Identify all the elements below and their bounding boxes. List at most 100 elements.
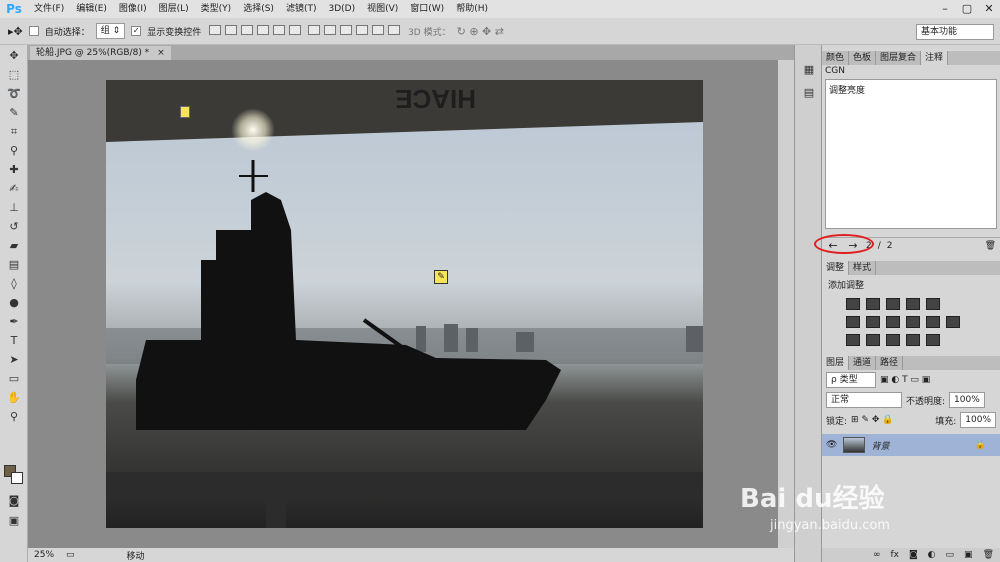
tab-adjustments[interactable]: 调整 bbox=[822, 261, 850, 275]
menu-help[interactable]: 帮助(H) bbox=[450, 0, 494, 18]
fx-icon[interactable]: fx bbox=[890, 550, 899, 560]
group-select[interactable]: 组 ⇕ bbox=[95, 23, 126, 39]
canvas-area[interactable]: HIACE ✎ bbox=[28, 60, 794, 548]
lock-icons[interactable]: ⊞ ✎ ✥ 🔒 bbox=[851, 415, 893, 425]
blur-icon[interactable]: ◊ bbox=[4, 275, 24, 292]
menu-type[interactable]: 类型(Y) bbox=[195, 0, 238, 18]
quick-mask-icon[interactable]: ◙ bbox=[4, 492, 24, 509]
align-hcenter-icon[interactable] bbox=[273, 24, 286, 35]
close-tab-icon[interactable]: × bbox=[157, 46, 165, 60]
new-layer-icon[interactable]: ▣ bbox=[964, 550, 973, 560]
brightness-icon[interactable] bbox=[846, 298, 860, 310]
visibility-eye-icon[interactable]: 👁 bbox=[826, 440, 837, 450]
delete-note-icon[interactable]: 🗑 bbox=[985, 241, 996, 251]
add-mask-icon[interactable]: ◙ bbox=[909, 550, 918, 560]
distribute-right-icon[interactable] bbox=[388, 24, 401, 35]
filter-icons[interactable]: ▣ ◐ T ▭ ▣ bbox=[880, 375, 930, 385]
color-balance-icon[interactable] bbox=[866, 316, 880, 328]
dodge-icon[interactable]: ● bbox=[4, 294, 24, 311]
distribute-vcenter-icon[interactable] bbox=[324, 24, 337, 35]
menu-select[interactable]: 选择(S) bbox=[237, 0, 280, 18]
3d-rotate-icon[interactable]: ↻ ⊕ ✥ ⇄ bbox=[457, 25, 504, 38]
eyedropper-icon[interactable]: ⚲ bbox=[4, 142, 24, 159]
tab-color[interactable]: 颜色 bbox=[822, 51, 850, 65]
threshold-icon[interactable] bbox=[886, 334, 900, 346]
curves-icon[interactable] bbox=[886, 298, 900, 310]
new-adjustment-icon[interactable]: ◐ bbox=[928, 550, 936, 560]
zoom-level[interactable]: 25% bbox=[34, 550, 54, 560]
distribute-left-icon[interactable] bbox=[356, 24, 369, 35]
tab-styles[interactable]: 样式 bbox=[849, 261, 877, 275]
move-tool-icon[interactable]: ▸✥ bbox=[8, 25, 23, 38]
stamp-icon[interactable]: ⊥ bbox=[4, 199, 24, 216]
menu-3d[interactable]: 3D(D) bbox=[322, 0, 361, 18]
show-transform-checkbox[interactable]: ✓ bbox=[131, 26, 142, 36]
tab-layers[interactable]: 图层 bbox=[822, 356, 850, 370]
fill-input[interactable]: 100% bbox=[960, 412, 996, 428]
layer-row-background[interactable]: 👁 背景 🔒 bbox=[822, 434, 1000, 456]
hue-saturation-icon[interactable] bbox=[846, 316, 860, 328]
properties-panel-icon[interactable]: ▤ bbox=[799, 84, 819, 101]
menu-window[interactable]: 窗口(W) bbox=[404, 0, 450, 18]
crop-icon[interactable]: ⌗ bbox=[4, 123, 24, 140]
path-select-icon[interactable]: ➤ bbox=[4, 351, 24, 368]
new-group-icon[interactable]: ▭ bbox=[946, 550, 955, 560]
type-icon[interactable]: T bbox=[4, 332, 24, 349]
color-lookup-icon[interactable] bbox=[946, 316, 960, 328]
vertical-scrollbar[interactable] bbox=[778, 60, 794, 548]
link-layers-icon[interactable]: ∞ bbox=[873, 550, 881, 560]
vibrance-icon[interactable] bbox=[926, 298, 940, 310]
delete-layer-icon[interactable]: 🗑 bbox=[983, 550, 994, 560]
channel-mixer-icon[interactable] bbox=[926, 316, 940, 328]
brush-icon[interactable]: ✍ bbox=[4, 180, 24, 197]
screen-mode-icon[interactable]: ▣ bbox=[4, 512, 24, 529]
document-image[interactable]: HIACE ✎ bbox=[106, 80, 703, 528]
background-color-swatch[interactable] bbox=[11, 472, 23, 484]
eraser-icon[interactable]: ▰ bbox=[4, 237, 24, 254]
move-icon[interactable]: ✥ bbox=[4, 47, 24, 64]
menu-file[interactable]: 文件(F) bbox=[28, 0, 70, 18]
lasso-icon[interactable]: ➰ bbox=[4, 85, 24, 102]
tab-channels[interactable]: 通道 bbox=[849, 356, 877, 370]
exposure-icon[interactable] bbox=[906, 298, 920, 310]
close-button[interactable]: ✕ bbox=[978, 0, 1000, 18]
tab-paths[interactable]: 路径 bbox=[876, 356, 904, 370]
maximize-button[interactable]: ▢ bbox=[956, 0, 978, 18]
menu-filter[interactable]: 滤镜(T) bbox=[280, 0, 323, 18]
align-right-icon[interactable] bbox=[289, 24, 302, 35]
menu-image[interactable]: 图像(I) bbox=[113, 0, 153, 18]
posterize-icon[interactable] bbox=[866, 334, 880, 346]
tab-notes[interactable]: 注释 bbox=[921, 51, 949, 65]
menu-view[interactable]: 视图(V) bbox=[361, 0, 404, 18]
align-top-icon[interactable] bbox=[209, 24, 222, 35]
align-bottom-icon[interactable] bbox=[241, 24, 254, 35]
levels-icon[interactable] bbox=[866, 298, 880, 310]
pen-icon[interactable]: ✒ bbox=[4, 313, 24, 330]
note-marker-icon[interactable] bbox=[180, 106, 190, 118]
invert-icon[interactable] bbox=[846, 334, 860, 346]
blend-mode-select[interactable]: 正常 bbox=[826, 392, 902, 408]
menu-layer[interactable]: 图层(L) bbox=[153, 0, 195, 18]
tab-swatches[interactable]: 色板 bbox=[849, 51, 877, 65]
align-vcenter-icon[interactable] bbox=[225, 24, 238, 35]
document-tab[interactable]: 轮船.JPG @ 25%(RGB/8) * × bbox=[30, 46, 171, 60]
selective-color-icon[interactable] bbox=[906, 334, 920, 346]
quick-select-icon[interactable]: ✎ bbox=[4, 104, 24, 121]
shape-icon[interactable]: ▭ bbox=[4, 370, 24, 387]
minimize-button[interactable]: – bbox=[934, 0, 956, 18]
layer-filter-select[interactable]: ρ 类型 bbox=[826, 372, 876, 388]
tab-layer-comps[interactable]: 图层复合 bbox=[876, 51, 922, 65]
gradient-map-icon[interactable] bbox=[926, 334, 940, 346]
hand-icon[interactable]: ✋ bbox=[4, 389, 24, 406]
layer-name[interactable]: 背景 bbox=[871, 439, 889, 452]
menu-edit[interactable]: 编辑(E) bbox=[70, 0, 113, 18]
align-left-icon[interactable] bbox=[257, 24, 270, 35]
distribute-top-icon[interactable] bbox=[308, 24, 321, 35]
note-text-area[interactable]: 调整亮度 bbox=[825, 79, 997, 229]
zoom-icon[interactable]: ⚲ bbox=[4, 408, 24, 425]
workspace-select[interactable]: 基本功能 bbox=[916, 24, 994, 40]
black-white-icon[interactable] bbox=[886, 316, 900, 328]
photo-filter-icon[interactable] bbox=[906, 316, 920, 328]
healing-icon[interactable]: ✚ bbox=[4, 161, 24, 178]
distribute-bottom-icon[interactable] bbox=[340, 24, 353, 35]
